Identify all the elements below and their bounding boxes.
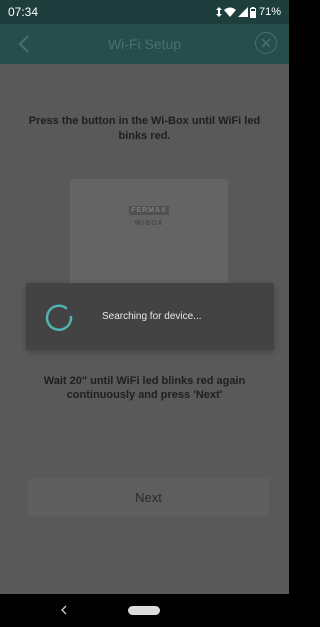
wibox-device-image: FERMAX WiBOX — [70, 179, 228, 291]
instruction-text: Press the button in the Wi-Box until WiF… — [28, 115, 261, 142]
battery-icon — [249, 6, 256, 18]
app-bar: Wi-Fi Setup — [0, 24, 289, 64]
logo-brand: FERMAX — [129, 206, 169, 215]
status-time: 07:34 — [8, 5, 39, 19]
device-logo: FERMAX WiBOX — [120, 199, 178, 227]
system-nav-bar — [0, 594, 289, 627]
nav-home-button[interactable] — [128, 606, 160, 615]
progress-dialog: Searching for device... — [26, 283, 274, 350]
data-transfer-icon — [215, 7, 222, 17]
back-button[interactable] — [12, 32, 36, 56]
close-icon — [261, 38, 271, 48]
screen-title: Wi-Fi Setup — [107, 36, 182, 52]
status-bar: 07:34 71% — [0, 0, 289, 24]
logo-product: WiBOX — [134, 220, 164, 227]
wait-instruction-text: Wait 20" until WiFi led blinks red again… — [43, 375, 246, 401]
next-button-label: Next — [135, 489, 162, 505]
close-button[interactable] — [255, 32, 277, 54]
nav-back-button[interactable] — [56, 602, 72, 618]
wifi-icon — [223, 7, 236, 17]
battery-level: 71% — [258, 6, 281, 18]
next-button[interactable]: Next — [28, 478, 269, 516]
spinner-icon — [45, 304, 73, 331]
chevron-left-icon — [18, 35, 29, 53]
signal-icon — [237, 7, 248, 17]
dialog-message: Searching for device... — [102, 311, 202, 322]
status-right: 71% — [215, 6, 281, 18]
nav-back-icon — [61, 605, 67, 615]
status-icons — [215, 6, 256, 18]
